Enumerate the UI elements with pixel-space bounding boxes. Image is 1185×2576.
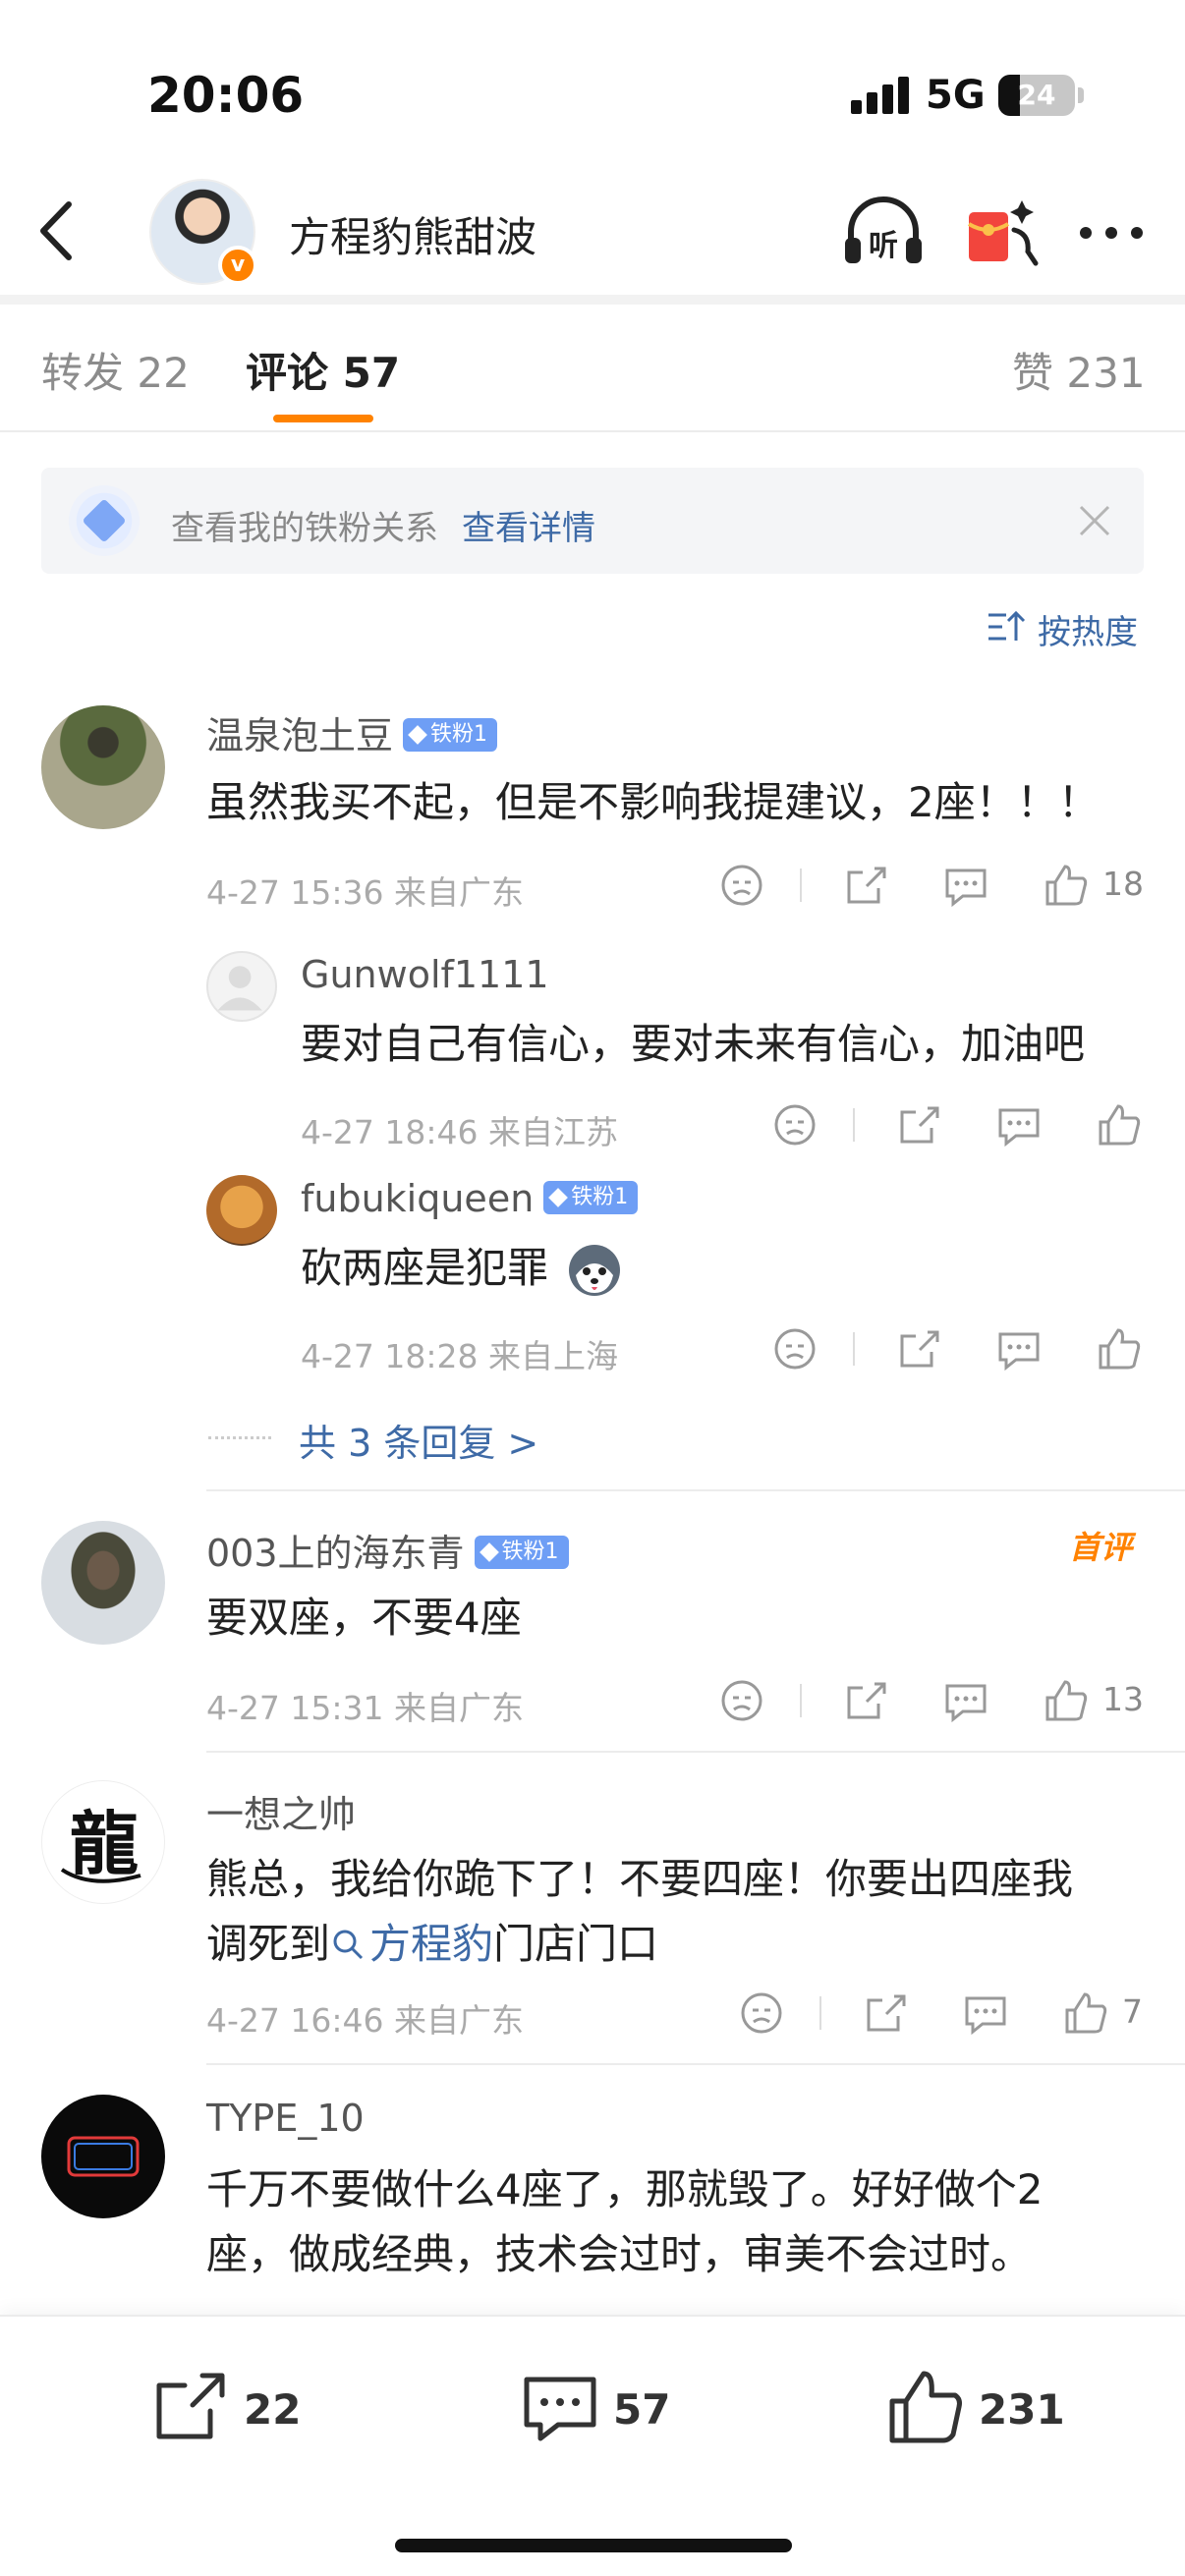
verified-badge-icon: v <box>218 246 257 285</box>
comment-username[interactable]: 温泉泡土豆 铁粉1 <box>206 705 498 759</box>
tab-comment[interactable]: 评论 57 <box>246 340 400 400</box>
reply-text: 砍两座是犯罪 <box>301 1244 549 1292</box>
first-comment-badge: 首评 <box>1069 1529 1133 1566</box>
tab-bar: 转发 22 评论 57 赞 231 <box>0 305 1185 432</box>
reply-icon[interactable] <box>994 1100 1044 1149</box>
reply-icon[interactable] <box>941 1676 990 1725</box>
comment-username[interactable]: 003上的海东青 铁粉1 <box>206 1523 569 1577</box>
comment-actions: 18 <box>717 861 1150 910</box>
comment-meta: 4-27 15:36 来自广东 <box>206 873 524 912</box>
home-indicator <box>395 2539 792 2552</box>
comment-username[interactable]: 一想之帅 <box>206 1784 356 1838</box>
share-icon[interactable] <box>894 1324 943 1373</box>
dislike-icon[interactable] <box>737 1988 786 2038</box>
like-count: 18 <box>1102 865 1144 903</box>
fan-details-link[interactable]: 查看详情 <box>462 501 595 549</box>
reply-icon[interactable] <box>961 1988 1010 2038</box>
fan-level-badge: 铁粉1 <box>543 1180 639 1214</box>
like-icon[interactable] <box>1042 1676 1091 1725</box>
network-type: 5G <box>926 73 986 118</box>
diamond-icon <box>69 485 140 556</box>
dislike-icon[interactable] <box>717 1676 766 1725</box>
dislike-icon[interactable] <box>770 1100 819 1149</box>
comment-text: 虽然我买不起，但是不影响我提建议，2座！！！ <box>206 778 1100 826</box>
reply-actions <box>770 1324 1144 1373</box>
reply-username[interactable]: fubukiqueen 铁粉1 <box>301 1177 639 1220</box>
search-icon <box>333 1930 364 1960</box>
like-count: 13 <box>1102 1680 1144 1718</box>
avatar[interactable]: 龍 <box>41 1780 165 1904</box>
like-icon[interactable] <box>1095 1324 1144 1373</box>
svg-text:听: 听 <box>869 229 898 263</box>
comment-text: 熊总，我给你跪下了！不要四座！你要出四座我 调死到 方程豹门店门口 <box>206 1855 1074 1968</box>
like-icon[interactable] <box>1095 1100 1144 1149</box>
avatar[interactable] <box>41 705 165 829</box>
close-icon[interactable] <box>1071 497 1118 544</box>
fan-level-badge: 铁粉1 <box>403 717 498 752</box>
topic-link[interactable]: 方程豹 <box>330 1920 493 1968</box>
dislike-icon[interactable] <box>717 861 766 910</box>
share-icon <box>156 2373 225 2439</box>
reply-actions <box>770 1100 1144 1149</box>
dislike-icon[interactable] <box>770 1324 819 1373</box>
like-icon[interactable] <box>1042 861 1091 910</box>
reply-text: 要对自己有信心，要对未来有信心，加油吧 <box>301 1020 1086 1068</box>
comment-username[interactable]: TYPE_10 <box>206 2097 365 2140</box>
comment-text: 千万不要做什么4座了，那就毁了。好好做个2 座，做成经典，技术会过时，审美不会过… <box>206 2165 1044 2278</box>
tab-like[interactable]: 赞 231 <box>1012 340 1146 400</box>
comment-divider <box>206 2063 1185 2065</box>
sort-label: 按热度 <box>1038 613 1138 652</box>
status-bar: 20:06 5G 24 <box>0 0 1185 167</box>
tab-active-indicator <box>273 415 373 422</box>
avatar[interactable] <box>41 2095 165 2218</box>
comment-icon <box>524 2377 596 2441</box>
avatar[interactable] <box>206 1175 277 1246</box>
bottom-action-bar: 22 57 231 <box>0 2315 1185 2576</box>
listen-icon[interactable]: 听 <box>841 191 926 275</box>
fan-level-badge: 铁粉1 <box>474 1535 569 1569</box>
back-icon[interactable] <box>26 196 94 265</box>
comment-divider <box>206 1489 1185 1491</box>
fan-relationship-banner: 查看我的铁粉关系 查看详情 <box>41 468 1144 574</box>
red-packet-icon[interactable] <box>959 191 1044 275</box>
more-replies-link[interactable]: 共 3 条回复 > <box>208 1413 601 1465</box>
reply-username[interactable]: Gunwolf1111 <box>301 953 549 996</box>
reply-meta: 4-27 18:28 来自上海 <box>301 1337 618 1375</box>
sort-icon <box>988 610 1026 641</box>
share-icon[interactable] <box>894 1100 943 1149</box>
share-icon[interactable] <box>841 1676 890 1725</box>
battery-tip <box>1078 87 1084 103</box>
like-icon <box>889 2371 962 2443</box>
reply-icon[interactable] <box>994 1324 1044 1373</box>
more-icon[interactable] <box>1077 218 1146 248</box>
comment-divider <box>206 1751 1185 1753</box>
comment-meta: 4-27 15:31 来自广东 <box>206 1689 524 1727</box>
share-icon[interactable] <box>861 1988 910 2038</box>
reply-meta: 4-27 18:46 来自江苏 <box>301 1113 618 1151</box>
status-time: 20:06 <box>147 67 305 124</box>
avatar[interactable] <box>206 951 277 1022</box>
svg-text:龍: 龍 <box>70 1803 139 1884</box>
husky-emoji-icon <box>569 1245 620 1296</box>
battery-level: 24 <box>1017 79 1056 111</box>
reply-icon[interactable] <box>941 861 990 910</box>
comment-actions: 13 <box>717 1676 1150 1725</box>
avatar[interactable] <box>41 1521 165 1645</box>
signal-icon <box>851 77 910 114</box>
fan-banner-text: 查看我的铁粉关系 <box>171 509 438 548</box>
comment-actions: 7 <box>737 1988 1150 2038</box>
section-divider <box>0 295 1185 305</box>
top-nav: v 方程豹熊甜波 听 <box>0 167 1185 297</box>
battery-icon: 24 <box>998 75 1075 116</box>
account-name[interactable]: 方程豹熊甜波 <box>289 204 536 264</box>
share-icon[interactable] <box>841 861 890 910</box>
like-count: 7 <box>1122 1992 1143 2031</box>
like-icon[interactable] <box>1061 1988 1110 2038</box>
tab-repost[interactable]: 转发 22 <box>41 340 190 400</box>
comment-meta: 4-27 16:46 来自广东 <box>206 2001 524 2040</box>
comment-text: 要双座，不要4座 <box>206 1594 522 1642</box>
